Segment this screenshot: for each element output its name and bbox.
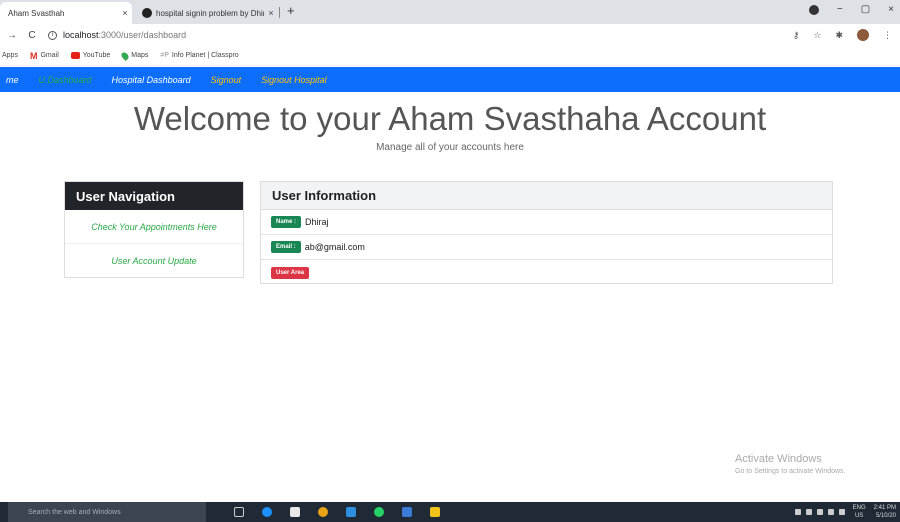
back-arrow-icon[interactable]: → bbox=[4, 30, 20, 41]
bookmark-apps[interactable]: Apps bbox=[2, 52, 18, 59]
nav-signout-hospital[interactable]: Signout Hospital bbox=[261, 75, 327, 85]
clock-time: 2:41 PM bbox=[873, 505, 896, 511]
email-badge: Email : bbox=[271, 241, 301, 253]
avatar[interactable] bbox=[857, 29, 869, 41]
info-icon[interactable]: i bbox=[48, 30, 57, 40]
nav-home[interactable]: me bbox=[6, 75, 19, 85]
extensions-icon[interactable]: ✱ bbox=[835, 30, 843, 41]
system-tray: ENG US 2:41 PM 5/10/20 bbox=[794, 504, 896, 520]
bookmark-info-planet[interactable]: ≠P Info Planet | Classpro bbox=[160, 52, 238, 59]
bookmark-label: Maps bbox=[131, 52, 149, 59]
page-title: Welcome to your Aham Svasthaha Account bbox=[133, 100, 767, 137]
language-code: ENG bbox=[852, 505, 866, 511]
user-account-update-link[interactable]: User Account Update bbox=[65, 244, 243, 278]
address-bar-row: → C i localhost :3000/user/dashboard ⚷ ☆… bbox=[0, 24, 900, 46]
taskbar-apps bbox=[234, 507, 440, 517]
tab-aham-svasthah[interactable]: Aham Svasthah × bbox=[0, 2, 132, 24]
clock-date: 5/10/20 bbox=[875, 513, 896, 519]
youtube-icon bbox=[70, 52, 80, 59]
clock[interactable]: 2:41 PM 5/10/20 bbox=[874, 504, 896, 520]
activate-windows-watermark: Activate Windows Go to Settings to activ… bbox=[735, 453, 846, 475]
nav-hospital-dashboard[interactable]: Hospital Dashboard bbox=[112, 75, 191, 85]
key-icon[interactable]: ⚷ bbox=[793, 30, 800, 41]
mail-icon[interactable] bbox=[402, 507, 412, 517]
taskbar-search-input[interactable]: Search the web and Windows bbox=[8, 502, 206, 522]
new-tab-button[interactable]: + bbox=[287, 3, 295, 18]
bookmark-label: YouTube bbox=[82, 52, 111, 59]
bookmarks-bar: Apps M Gmail YouTube Maps ≠P Info Planet |… bbox=[0, 46, 900, 66]
chevron-up-icon[interactable] bbox=[794, 509, 801, 515]
user-email-value: ab@gmail.com bbox=[304, 242, 365, 252]
tray-icons bbox=[794, 509, 845, 515]
tab-title: hospital signin problem by Dhira bbox=[156, 8, 264, 18]
user-name-value: Dhiraj bbox=[305, 217, 329, 227]
whatsapp-icon[interactable] bbox=[374, 507, 384, 517]
windows-taskbar: Search the web and Windows ENG US 2:41 P… bbox=[0, 502, 900, 522]
browser-tab-strip: Aham Svasthah × hospital signin problem … bbox=[0, 0, 900, 24]
user-area-badge: User Area bbox=[271, 266, 310, 279]
profile-icon[interactable] bbox=[808, 4, 819, 15]
vscode-icon[interactable] bbox=[346, 507, 356, 517]
site-navbar: me U.Dashboard Hospital Dashboard Signou… bbox=[0, 67, 900, 92]
edge-icon[interactable] bbox=[262, 507, 272, 517]
maximize-button[interactable]: ▢ bbox=[861, 4, 870, 15]
bookmark-label: Gmail bbox=[40, 52, 59, 59]
tab-close-icon[interactable]: × bbox=[118, 8, 132, 18]
tab-close-icon[interactable]: × bbox=[264, 8, 278, 18]
bookmark-maps[interactable]: Maps bbox=[120, 50, 149, 61]
page-subtitle: Manage all of your accounts here bbox=[376, 142, 524, 153]
close-window-button[interactable]: × bbox=[888, 4, 894, 15]
tab-separator bbox=[279, 7, 280, 18]
gmail-icon: M bbox=[29, 50, 38, 61]
bookmark-label: Apps bbox=[2, 52, 18, 59]
name-badge: Name : bbox=[271, 216, 302, 228]
nav-signout[interactable]: Signout bbox=[211, 75, 242, 85]
bookmark-gmail[interactable]: M Gmail bbox=[30, 51, 59, 61]
watermark-title: Activate Windows bbox=[735, 453, 822, 465]
star-icon[interactable]: ☆ bbox=[813, 30, 821, 41]
language-indicator[interactable]: ENG US bbox=[853, 504, 866, 520]
name-row: Name : Dhiraj bbox=[261, 210, 832, 235]
volume-icon[interactable] bbox=[827, 509, 834, 515]
file-explorer-icon[interactable] bbox=[430, 507, 440, 517]
url-input[interactable]: i localhost :3000/user/dashboard bbox=[48, 30, 648, 40]
menu-icon[interactable]: ⋮ bbox=[883, 30, 892, 41]
toolbar-icons: ⚷ ☆ ✱ ⋮ bbox=[793, 29, 892, 41]
chrome-icon[interactable] bbox=[318, 507, 328, 517]
user-information-card: User Information Name : Dhiraj Email : a… bbox=[260, 181, 833, 284]
minimize-button[interactable]: − bbox=[837, 4, 843, 15]
email-row: Email : ab@gmail.com bbox=[261, 235, 832, 260]
notification-icon[interactable] bbox=[838, 509, 845, 515]
battery-icon[interactable] bbox=[816, 509, 823, 515]
url-host: localhost bbox=[63, 30, 99, 40]
reload-icon[interactable]: C bbox=[24, 30, 40, 41]
watermark-subtitle: Go to Settings to activate Windows. bbox=[735, 468, 846, 475]
maps-icon bbox=[120, 50, 131, 61]
region-code: US bbox=[854, 513, 864, 519]
check-appointments-link[interactable]: Check Your Appointments Here bbox=[65, 210, 243, 244]
window-controls: − ▢ × bbox=[808, 4, 894, 15]
bookmark-label: Info Planet | Classpro bbox=[171, 52, 239, 59]
user-area-row: User Area bbox=[261, 260, 832, 285]
store-icon[interactable] bbox=[290, 507, 300, 517]
user-information-header: User Information bbox=[261, 182, 832, 210]
tab-github-issue[interactable]: hospital signin problem by Dhira × bbox=[134, 2, 278, 24]
url-path: :3000/user/dashboard bbox=[98, 30, 187, 40]
nav-user-dashboard[interactable]: U.Dashboard bbox=[39, 75, 92, 85]
user-navigation-card: User Navigation Check Your Appointments … bbox=[64, 181, 244, 278]
task-view-icon[interactable] bbox=[234, 507, 244, 517]
github-icon bbox=[142, 8, 152, 18]
tab-title: Aham Svasthah bbox=[8, 8, 65, 18]
network-icon[interactable] bbox=[805, 509, 812, 515]
bookmark-youtube[interactable]: YouTube bbox=[70, 52, 111, 59]
user-navigation-header: User Navigation bbox=[65, 182, 243, 210]
info-planet-icon: ≠P bbox=[160, 52, 169, 59]
